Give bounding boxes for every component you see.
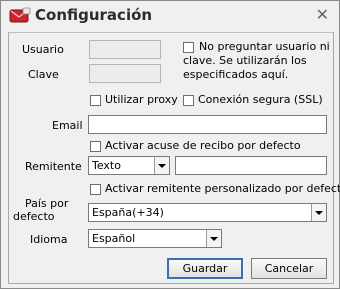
idioma-value: Español (92, 232, 136, 245)
window-title: Configuración (35, 6, 153, 24)
red-envelope-icon (9, 7, 31, 28)
chevron-down-icon[interactable] (154, 157, 169, 174)
cancelar-button[interactable]: Cancelar (251, 258, 327, 279)
guardar-button[interactable]: Guardar (167, 258, 243, 279)
remitente-type-select[interactable]: Texto (88, 156, 170, 175)
title-bar: Configuración ✕ (1, 1, 339, 31)
usuario-label: Usuario (22, 43, 64, 56)
pais-label-line1: País por (25, 197, 69, 210)
chevron-down-icon[interactable] (206, 230, 221, 247)
acuse-recibo-checkbox[interactable] (90, 141, 101, 152)
no-preguntar-checkbox[interactable] (183, 42, 194, 53)
utilizar-proxy-checkbox[interactable] (90, 95, 101, 106)
settings-panel: Usuario No preguntar usuario ni clave. S… (8, 32, 340, 284)
idioma-select[interactable]: Español (88, 229, 222, 248)
no-preguntar-label-line3: especificados aquí. (183, 68, 289, 81)
configuration-dialog: Configuración ✕ Usuario No preguntar usu… (0, 0, 340, 289)
activar-remitente-label: Activar remitente personalizado por defe… (105, 182, 340, 195)
clave-label: Clave (28, 68, 59, 81)
email-label: Email (52, 119, 83, 132)
email-input[interactable] (88, 115, 327, 134)
pais-select[interactable]: España(+34) (88, 203, 327, 222)
remitente-label: Remitente (25, 160, 82, 173)
no-preguntar-label-line1: No preguntar usuario ni (199, 40, 330, 53)
close-icon[interactable]: ✕ (316, 5, 329, 24)
chevron-down-icon[interactable] (311, 204, 326, 221)
usuario-input[interactable] (89, 40, 161, 59)
utilizar-proxy-label: Utilizar proxy (105, 93, 178, 106)
clave-input[interactable] (89, 64, 161, 83)
pais-label-line2: defecto (13, 210, 55, 223)
no-preguntar-label-line2: clave. Se utilizarán los (183, 54, 307, 67)
idioma-label: Idioma (30, 233, 68, 246)
activar-remitente-checkbox[interactable] (90, 184, 101, 195)
acuse-recibo-label: Activar acuse de recibo por defecto (105, 139, 301, 152)
pais-value: España(+34) (92, 206, 164, 219)
conexion-segura-label: Conexión segura (SSL) (198, 93, 323, 106)
remitente-type-value: Texto (92, 159, 121, 172)
conexion-segura-checkbox[interactable] (183, 95, 194, 106)
remitente-input[interactable] (175, 156, 327, 175)
